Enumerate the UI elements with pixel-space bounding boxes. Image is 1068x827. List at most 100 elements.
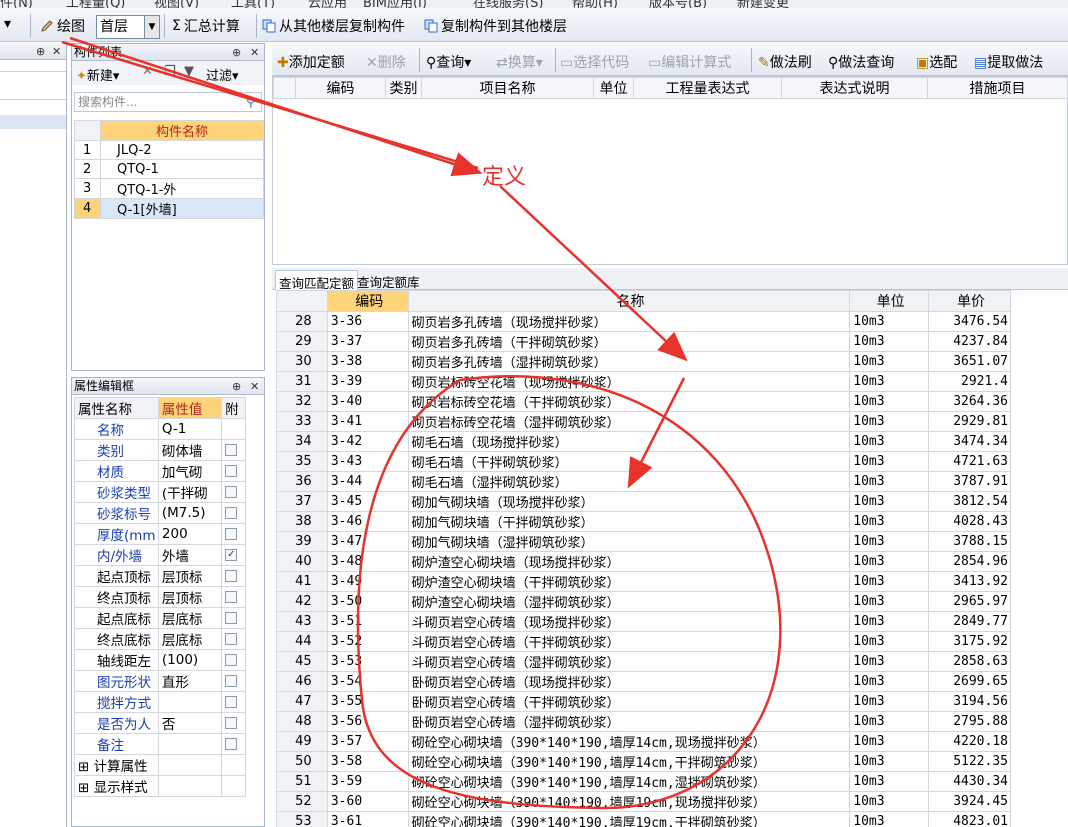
menu-item[interactable]: BIM应用(I) [363,0,427,8]
new-button[interactable]: ✦新建▾ [76,65,119,84]
menu-item[interactable]: 帮助(H) [572,0,618,8]
attach-checkbox[interactable] [225,507,238,519]
quota-row[interactable]: 40 3-48 砌炉渣空心砌块墙（现场搅拌砂浆） 10m3 2854.96 [276,551,1011,572]
menu-item[interactable]: 件(N) [0,0,33,8]
tab-match-quota[interactable]: 查询匹配定额 [275,270,359,291]
property-value[interactable]: 直形 [157,670,223,692]
quota-row[interactable]: 35 3-43 砌毛石墙（干拌砌筑砂浆） 10m3 4721.63 [276,451,1011,472]
quota-row[interactable]: 29 3-37 砌页岩多孔砖墙（干拌砌筑砂浆） 10m3 4237.84 [276,331,1011,352]
property-row[interactable]: 类别 砌体墙 [74,439,246,461]
close-icon[interactable]: ✕ [52,43,61,60]
pin-icon[interactable]: ⊕ [232,378,241,395]
edit-formula-button[interactable]: ▭编辑计算式 [648,52,731,72]
property-group-row[interactable]: ⊞ 显示样式 [74,775,246,797]
attach-checkbox[interactable] [225,591,238,603]
quota-row[interactable]: 44 3-52 斗砌页岩空心砖墙（干拌砌筑砂浆） 10m3 3175.92 [276,631,1011,652]
property-value[interactable]: (100) [157,649,223,671]
component-row[interactable]: 4 Q-1[外墙] [74,198,264,219]
quota-row[interactable]: 36 3-44 砌毛石墙（湿拌砌筑砂浆） 10m3 3787.91 [276,471,1011,492]
quota-row[interactable]: 50 3-58 砌砼空心砌块墙（390*140*190,墙厚14cm,干拌砌筑砂浆）… [276,751,1011,772]
left-strip-selected[interactable] [0,115,66,129]
add-quota-button[interactable]: ✚添加定额 [277,52,345,72]
quota-row[interactable]: 47 3-55 卧砌页岩空心砖墙（干拌砌筑砂浆） 10m3 3194.56 [276,691,1011,712]
quota-code-header[interactable]: 编码 [326,290,409,312]
copy-from-floor-button[interactable]: 从其他楼层复制构件 [262,16,405,36]
property-row[interactable]: 备注 [74,733,246,755]
property-value[interactable]: Q-1 [157,418,223,440]
property-value[interactable]: 层底标 [157,607,223,629]
quota-row[interactable]: 48 3-56 卧砌页岩空心砖墙（湿拌砌筑砂浆） 10m3 2795.88 [276,711,1011,732]
quota-name-header[interactable]: 名称 [407,290,851,312]
expand-icon[interactable]: ⊞ [78,780,94,796]
menu-item[interactable]: 在线服务(S) [473,0,543,8]
attach-checkbox[interactable]: ✓ [225,549,238,561]
quota-row[interactable]: 39 3-47 砌加气砌块墙（湿拌砌筑砂浆） 10m3 3788.15 [276,531,1011,552]
tab-quota-library[interactable]: 查询定额库 [354,270,423,290]
property-value[interactable]: 层顶标 [157,565,223,587]
copy-icon[interactable]: ❐ [164,64,176,79]
quota-unit-header[interactable]: 单位 [849,290,930,312]
quota-price-header[interactable]: 单价 [928,290,1011,312]
menu-item[interactable]: 新建变更 [737,0,789,8]
delete-icon[interactable]: ✕ [142,64,153,79]
method-col-header[interactable]: 项目名称 [421,77,594,99]
menu-item[interactable]: 版本号(B) [649,0,707,8]
search-icon[interactable]: ⚲ [246,95,256,110]
component-row[interactable]: 2 QTQ-1 [74,159,264,179]
property-value[interactable]: 外墙 [157,544,223,566]
attach-checkbox[interactable] [225,486,238,498]
method-brush-button[interactable]: ✎做法刷 [758,52,812,72]
property-row[interactable]: 名称 Q-1 [74,418,246,440]
property-row[interactable]: 图元形状 直形 [74,670,246,692]
quota-row[interactable]: 45 3-53 斗砌页岩空心砖墙（湿拌砌筑砂浆） 10m3 2858.63 [276,651,1011,672]
property-row[interactable]: 终点底标 层底标 [74,628,246,650]
quota-row[interactable]: 49 3-57 砌砼空心砌块墙（390*140*190,墙厚14cm,现场搅拌砂浆）… [276,731,1011,752]
property-row[interactable]: 砂浆标号 (M7.5) [74,502,246,524]
method-col-header[interactable]: 单位 [593,77,634,99]
toolbar-dropdown-arrow[interactable]: ▾ [4,16,11,32]
attach-checkbox[interactable] [225,738,238,750]
delete-button[interactable]: ✕删除 [366,52,406,72]
extract-method-button[interactable]: ▤提取做法 [974,52,1043,72]
attach-checkbox[interactable] [225,696,238,708]
menu-item[interactable]: 工程量(Q) [66,0,125,8]
property-value[interactable] [157,733,223,755]
property-row[interactable]: 搅拌方式 [74,691,246,713]
attach-checkbox[interactable] [225,675,238,687]
component-search-input[interactable]: 搜索构件... [74,92,262,112]
pin-icon[interactable]: ⊕ [232,44,241,61]
menu-item[interactable]: 视图(V) [154,0,199,8]
component-row[interactable]: 1 JLQ-2 [74,140,264,160]
method-col-header[interactable]: 措施项目 [927,77,1068,99]
property-row[interactable]: 起点底标 层底标 [74,607,246,629]
quota-row[interactable]: 34 3-42 砌毛石墙（现场搅拌砂浆） 10m3 3474.34 [276,431,1011,452]
quota-row[interactable]: 30 3-38 砌页岩多孔砖墙（湿拌砌筑砂浆） 10m3 3651.07 [276,351,1011,372]
swap-button[interactable]: ⇄换算▾ [496,52,543,72]
attach-checkbox[interactable] [225,633,238,645]
component-name-header[interactable]: 构件名称 [100,120,264,141]
property-row[interactable]: 厚度(mm 200 [74,523,246,545]
quota-row[interactable]: 31 3-39 砌页岩标砖空花墙（现场搅拌砂浆） 10m3 2921.4 [276,371,1011,392]
attach-checkbox[interactable] [225,528,238,540]
method-col-header[interactable]: 表达式说明 [781,77,928,99]
property-row[interactable]: 轴线距左 (100) [74,649,246,671]
menu-item[interactable]: 工具(T) [231,0,275,8]
component-row[interactable]: 3 QTQ-1-外 [74,178,264,199]
draw-button[interactable]: 绘图 [40,16,85,36]
copy-to-floor-button[interactable]: 复制构件到其他楼层 [424,16,567,36]
quota-row[interactable]: 51 3-59 砌砼空心砌块墙（390*140*190,墙厚14cm,湿拌砌筑砂浆）… [276,771,1011,792]
property-group-row[interactable]: ⊞ 计算属性 [74,754,246,776]
method-col-header[interactable]: 工程量表达式 [633,77,782,99]
quota-row[interactable]: 42 3-50 砌炉渣空心砌块墙（湿拌砌筑砂浆） 10m3 2965.97 [276,591,1011,612]
quota-row[interactable]: 28 3-36 砌页岩多孔砖墙（现场搅拌砂浆） 10m3 3476.54 [276,311,1011,332]
property-row[interactable]: 材质 加气砌 [74,460,246,482]
filter-button[interactable]: 过滤▾ [206,65,239,84]
quota-row[interactable]: 38 3-46 砌加气砌块墙（干拌砌筑砂浆） 10m3 4028.43 [276,511,1011,532]
property-row[interactable]: 起点顶标 层顶标 [74,565,246,587]
property-value[interactable]: 砌体墙 [157,439,223,461]
query-button[interactable]: ⚲查询▾ [426,52,471,72]
select-code-button[interactable]: ▭选择代码 [560,52,629,72]
property-value[interactable] [157,691,223,713]
property-value[interactable]: 层底标 [157,628,223,650]
quota-row[interactable]: 52 3-60 砌砼空心砌块墙（390*140*190,墙厚19cm,现场搅拌砂浆）… [276,791,1011,812]
